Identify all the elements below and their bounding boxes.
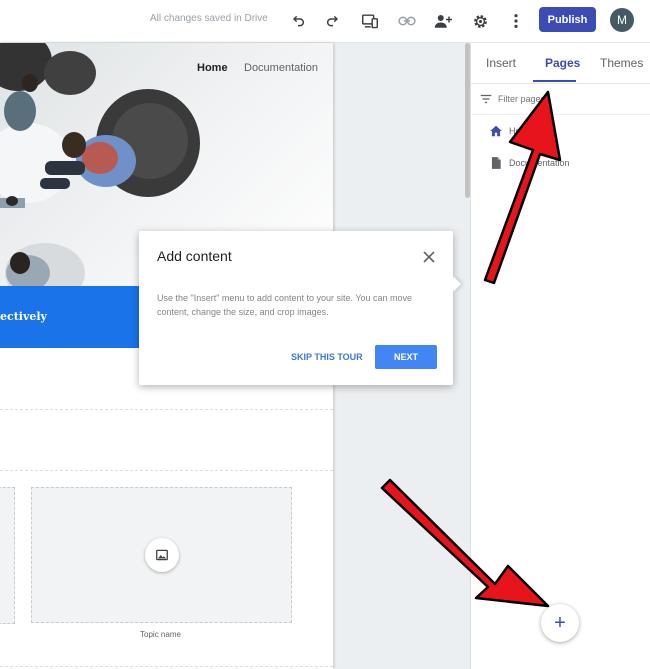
page-item-home[interactable]: Home [471, 117, 650, 145]
add-page-button[interactable]: + [541, 604, 579, 642]
next-button[interactable]: NEXT [375, 345, 437, 369]
tab-insert[interactable]: Insert [486, 56, 516, 70]
skip-tour-button[interactable]: SKIP THIS TOUR [291, 352, 363, 362]
preview-devices-icon[interactable] [358, 9, 382, 33]
section-divider [0, 666, 333, 667]
active-tab-indicator [533, 80, 576, 82]
site-nav-documentation[interactable]: Documentation [244, 62, 318, 74]
page-item-label: Home [509, 126, 534, 136]
filter-pages-input[interactable] [498, 90, 638, 108]
save-status: All changes saved in Drive [150, 13, 268, 24]
side-panel: Insert Pages Themes Home Documentation [470, 43, 650, 669]
undo-icon[interactable] [286, 9, 310, 33]
section-divider [0, 470, 333, 471]
share-add-person-icon[interactable] [431, 9, 455, 33]
image-icon [156, 549, 168, 561]
top-toolbar: All changes saved in Drive Publish M [0, 0, 650, 43]
image-placeholder[interactable] [0, 487, 15, 624]
filter-bar [471, 84, 650, 115]
publish-button[interactable]: Publish [539, 7, 596, 32]
home-icon [490, 125, 502, 137]
account-avatar[interactable]: M [610, 8, 634, 32]
site-nav-home[interactable]: Home [197, 62, 228, 74]
section-divider [0, 409, 333, 410]
more-options-icon[interactable] [504, 9, 528, 33]
settings-gear-icon[interactable] [468, 9, 492, 33]
close-icon[interactable] [419, 247, 439, 267]
tab-pages[interactable]: Pages [545, 56, 580, 70]
link-icon[interactable] [395, 9, 419, 33]
image-placeholder[interactable] [31, 487, 292, 623]
dialog-title: Add content [157, 248, 232, 264]
page-item-label: Documentation [509, 158, 570, 168]
topic-name-label[interactable]: Topic name [31, 630, 290, 639]
page-item-documentation[interactable]: Documentation [471, 149, 650, 177]
banner-text: ectively [0, 310, 47, 323]
dialog-body: Use the "Insert" menu to add content to … [157, 293, 413, 317]
redo-icon[interactable] [321, 9, 345, 33]
filter-icon [480, 94, 492, 104]
document-icon [491, 157, 501, 169]
insert-image-button[interactable] [145, 538, 179, 572]
tab-themes[interactable]: Themes [600, 56, 643, 70]
add-content-tour-dialog: Add content Use the "Insert" menu to add… [139, 231, 462, 385]
